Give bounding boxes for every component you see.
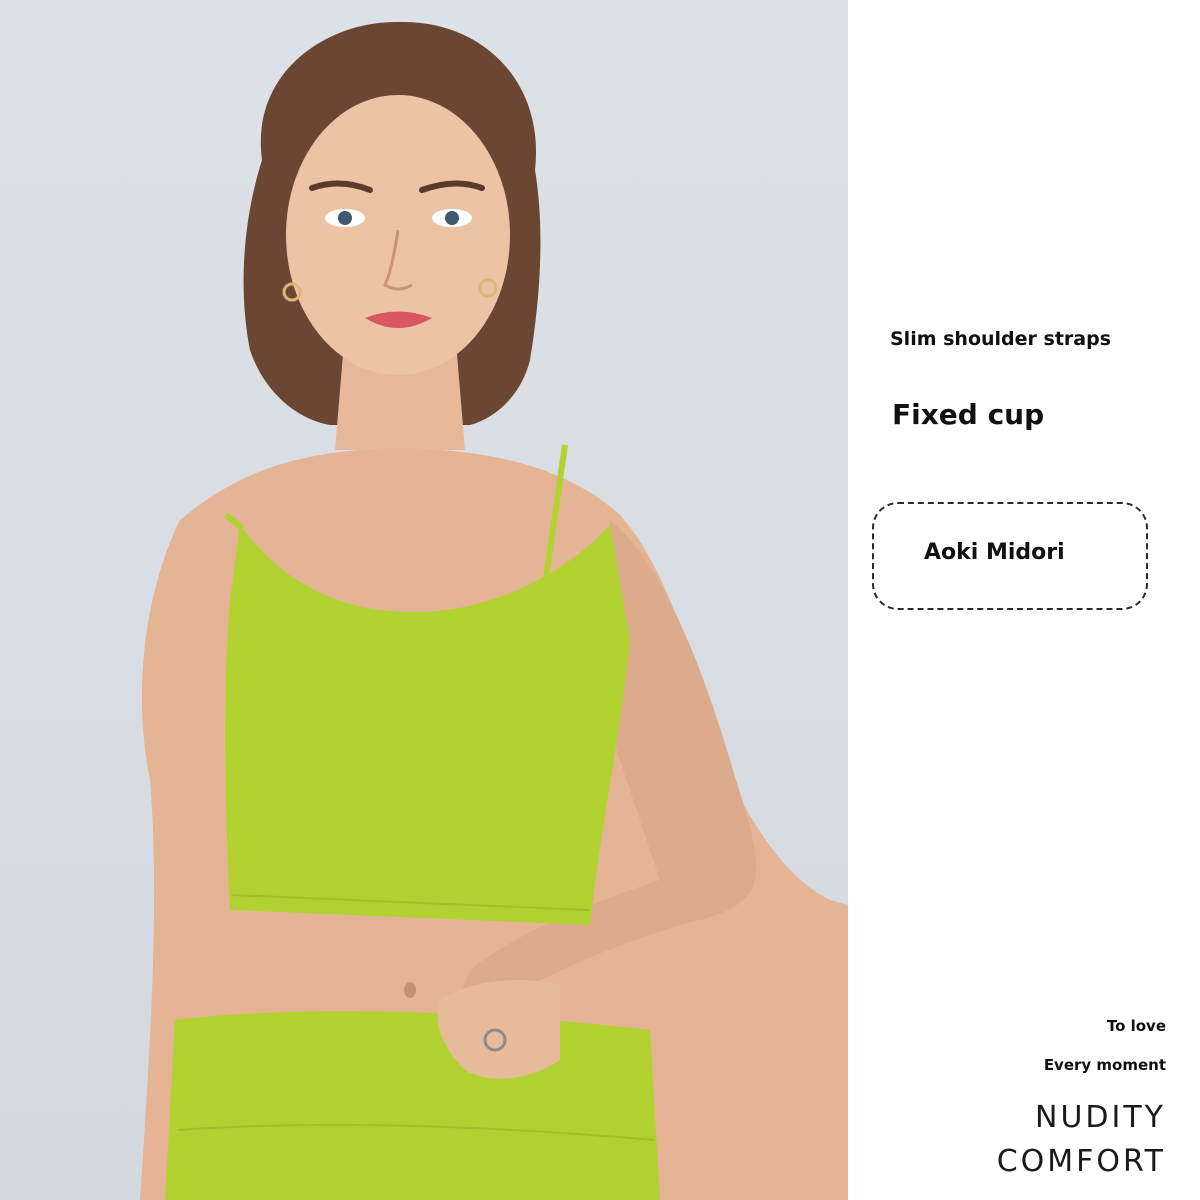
feature-cup-label: Fixed cup [892, 398, 1045, 431]
model-illustration [140, 21, 848, 1200]
slogan-line-2: Every moment [1043, 1056, 1166, 1074]
color-name-label: Aoki Midori [924, 540, 1065, 565]
slogan-line-1: To love [1106, 1017, 1166, 1035]
tagline-line-1: NUDITY [1035, 1100, 1166, 1135]
leggings [165, 1011, 660, 1200]
feature-straps-label: Slim shoulder straps [890, 328, 1112, 350]
product-photo [0, 0, 848, 1200]
tagline-line-2: COMFORT [996, 1144, 1166, 1179]
